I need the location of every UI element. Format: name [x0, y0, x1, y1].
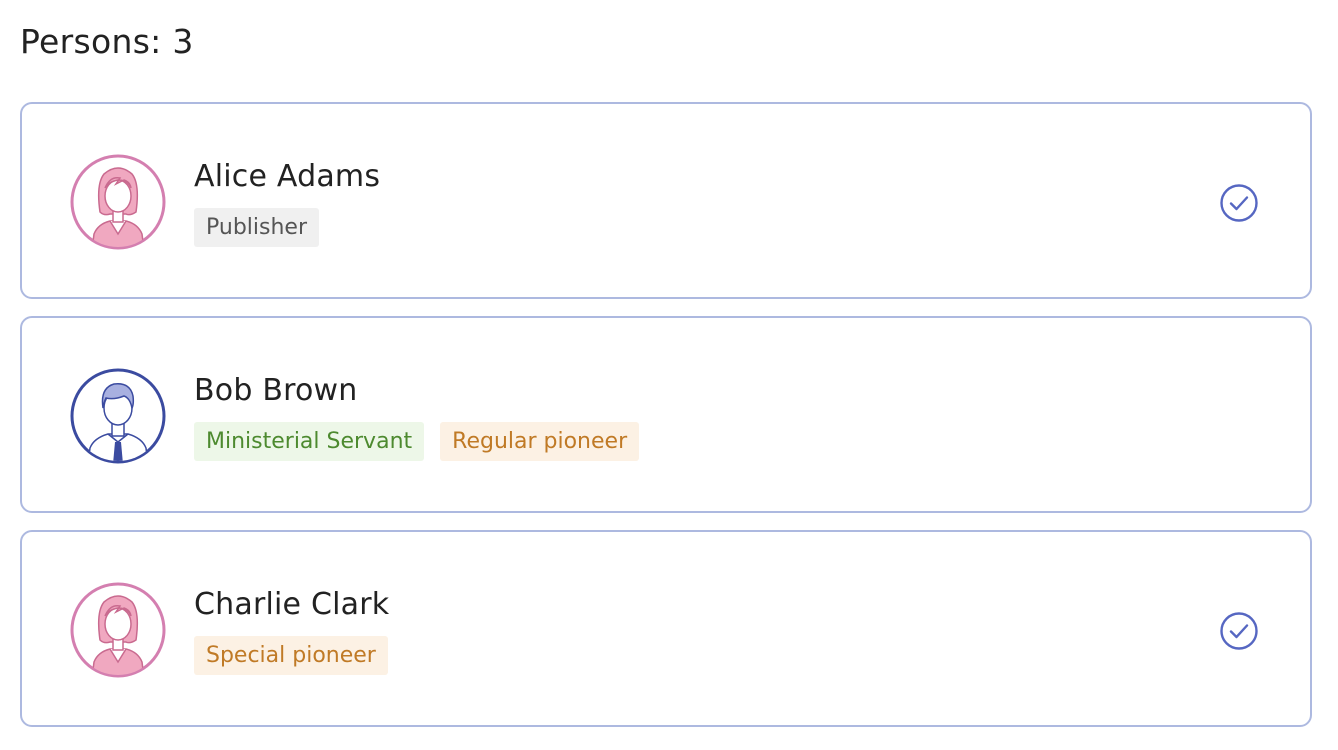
- person-info: Alice Adams Publisher: [194, 160, 380, 247]
- person-card[interactable]: Bob Brown Ministerial Servant Regular pi…: [20, 316, 1312, 513]
- persons-count-title: Persons: 3: [20, 22, 194, 61]
- check-circle-icon[interactable]: [1219, 611, 1259, 651]
- role-badge: Publisher: [194, 208, 319, 247]
- female-avatar-icon: [70, 582, 166, 678]
- person-card[interactable]: Alice Adams Publisher: [20, 102, 1312, 299]
- check-circle-icon[interactable]: [1219, 183, 1259, 223]
- person-name: Charlie Clark: [194, 587, 390, 622]
- person-info: Charlie Clark Special pioneer: [194, 588, 389, 675]
- role-badge: Ministerial Servant: [194, 422, 425, 461]
- person-name: Bob Brown: [194, 373, 358, 408]
- male-avatar-icon: [70, 368, 166, 464]
- person-card[interactable]: Charlie Clark Special pioneer: [20, 530, 1312, 727]
- badge-row: Special pioneer: [194, 636, 389, 675]
- persons-page: Persons: 3 Alice Adams Publisher Bob Bro…: [0, 0, 1338, 750]
- badge-row: Ministerial Servant Regular pioneer: [194, 422, 640, 461]
- role-badge: Special pioneer: [194, 636, 388, 675]
- person-list: Alice Adams Publisher Bob Brown Minister…: [20, 102, 1312, 744]
- badge-row: Publisher: [194, 208, 380, 247]
- person-info: Bob Brown Ministerial Servant Regular pi…: [194, 373, 640, 461]
- role-badge: Regular pioneer: [440, 422, 640, 461]
- female-avatar-icon: [70, 154, 166, 250]
- person-name: Alice Adams: [194, 159, 381, 194]
